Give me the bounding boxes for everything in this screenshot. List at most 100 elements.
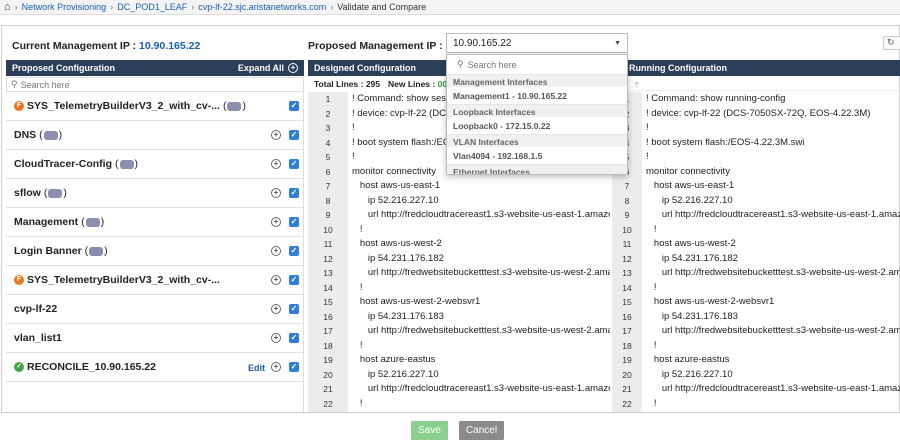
line-number: 1 bbox=[308, 92, 348, 107]
plus-circle-icon[interactable]: + bbox=[271, 188, 281, 198]
code-line: 6monitor connectivity bbox=[612, 164, 900, 179]
code-line: 20 ip 52.216.227.10 bbox=[308, 367, 610, 382]
code-line: 20 ip 52.216.227.10 bbox=[612, 367, 900, 382]
plus-circle-icon[interactable]: + bbox=[271, 275, 281, 285]
line-number: 16 bbox=[612, 309, 642, 324]
line-number: 3 bbox=[308, 121, 348, 136]
code-line: 16 ip 54.231.176.183 bbox=[612, 309, 900, 324]
device-icon bbox=[48, 188, 63, 198]
save-button[interactable]: Save bbox=[411, 421, 448, 440]
checkbox[interactable]: ✓ bbox=[289, 130, 299, 140]
mgmt-ip-dropdown: ⚲ Search here Management Interfaces Manag… bbox=[446, 54, 628, 175]
cancel-button[interactable]: Cancel bbox=[459, 421, 504, 440]
code-line: 19 host azure-eastus bbox=[612, 353, 900, 368]
plus-circle-icon[interactable]: + bbox=[271, 217, 281, 227]
configlet-name: cvp-lf-22 bbox=[14, 303, 58, 315]
code-line: 19 host azure-eastus bbox=[308, 353, 610, 368]
checkbox[interactable]: ✓ bbox=[289, 159, 299, 169]
checkbox[interactable]: ✓ bbox=[289, 217, 299, 227]
line-number: 12 bbox=[308, 251, 348, 266]
list-item[interactable]: vlan_list1 + ✓ bbox=[6, 324, 303, 353]
code-text: ip 54.231.176.183 bbox=[352, 310, 444, 322]
validate-compare-page: ⌂ › Network Provisioning › DC_POD1_LEAF … bbox=[0, 0, 900, 440]
running-config-pane[interactable]: 1! Command: show running-config2! device… bbox=[612, 92, 900, 412]
plus-circle-icon[interactable]: + bbox=[271, 362, 281, 372]
proposed-mgmt-ip-label: Proposed Management IP : bbox=[308, 40, 443, 52]
list-item[interactable]: DNS() + ✓ bbox=[6, 121, 303, 150]
plus-circle-icon[interactable]: + bbox=[271, 159, 281, 169]
plus-circle-icon[interactable]: + bbox=[271, 333, 281, 343]
device-chip: () bbox=[81, 216, 105, 228]
device-icon bbox=[227, 101, 242, 111]
proposed-mgmt-ip-select[interactable]: 10.90.165.22 ▼ bbox=[446, 33, 628, 53]
dropdown-group-label: Management Interfaces bbox=[447, 74, 627, 87]
line-number: 19 bbox=[612, 353, 642, 368]
line-number: 14 bbox=[612, 280, 642, 295]
code-text: ! bbox=[646, 339, 657, 351]
arrow-up-icon[interactable]: 🡡 bbox=[634, 79, 640, 93]
search-icon: ⚲ bbox=[457, 59, 464, 69]
plus-circle-icon[interactable]: + bbox=[271, 130, 281, 140]
code-line: 11 host aws-us-west-2 bbox=[308, 237, 610, 252]
list-item[interactable]: Management() + ✓ bbox=[6, 208, 303, 237]
code-text: ip 54.231.176.182 bbox=[646, 252, 738, 264]
code-line: 5! bbox=[612, 150, 900, 165]
line-number: 21 bbox=[308, 382, 348, 397]
line-number: 4 bbox=[308, 135, 348, 150]
list-item[interactable]: ✓ RECONCILE_10.90.165.22 Edit + ✓ bbox=[6, 353, 303, 382]
line-number: 14 bbox=[308, 280, 348, 295]
breadcrumb-device[interactable]: cvp-lf-22.sjc.aristanetworks.com bbox=[198, 2, 326, 12]
checkbox[interactable]: ✓ bbox=[289, 275, 299, 285]
code-line: 15 host aws-us-west-2-websvr1 bbox=[308, 295, 610, 310]
checkbox[interactable]: ✓ bbox=[289, 188, 299, 198]
breadcrumb-separator: › bbox=[14, 2, 18, 12]
code-line: 8 ip 52.216.227.10 bbox=[308, 193, 610, 208]
home-icon[interactable]: ⌂ bbox=[4, 1, 11, 13]
proposed-config-search[interactable]: ⚲ Search here bbox=[6, 77, 304, 92]
dropdown-option[interactable]: Loopback0 - 172.15.0.22 bbox=[447, 117, 627, 134]
device-icon bbox=[89, 246, 104, 256]
plus-circle-icon[interactable]: + bbox=[271, 304, 281, 314]
breadcrumb-network-provisioning[interactable]: Network Provisioning bbox=[22, 2, 107, 12]
line-number: 10 bbox=[308, 222, 348, 237]
dropdown-group-label: Loopback Interfaces bbox=[447, 104, 627, 117]
code-line: 17 url http://fredwebsitebucketttest.s3-… bbox=[308, 324, 610, 339]
list-item[interactable]: sflow() + ✓ bbox=[6, 179, 303, 208]
breadcrumb: ⌂ › Network Provisioning › DC_POD1_LEAF … bbox=[0, 0, 900, 15]
list-item[interactable]: F SYS_TelemetryBuilderV3_2_with_cv-...() ✓ bbox=[6, 92, 303, 121]
checkbox[interactable]: ✓ bbox=[289, 101, 299, 111]
dropdown-search[interactable]: ⚲ Search here bbox=[451, 57, 623, 72]
line-number: 11 bbox=[308, 237, 348, 252]
checkbox[interactable]: ✓ bbox=[289, 333, 299, 343]
code-text: ! bbox=[646, 397, 657, 409]
code-line: 14 ! bbox=[308, 280, 610, 295]
device-icon bbox=[43, 130, 58, 140]
plus-circle-icon[interactable]: + bbox=[271, 246, 281, 256]
code-text: ip 52.216.227.10 bbox=[646, 194, 733, 206]
dropdown-option[interactable]: Vlan4094 - 192.168.1.5 bbox=[447, 147, 627, 164]
breadcrumb-separator: › bbox=[110, 2, 114, 12]
line-number: 22 bbox=[612, 396, 642, 411]
code-line: 23 host azure-seasia bbox=[612, 411, 900, 412]
line-number: 6 bbox=[308, 164, 348, 179]
code-line: 1! Command: show running-config bbox=[612, 92, 900, 107]
code-text: host aws-us-east-1 bbox=[646, 180, 735, 191]
list-item[interactable]: Login Banner() + ✓ bbox=[6, 237, 303, 266]
list-item[interactable]: F SYS_TelemetryBuilderV3_2_with_cv-... + ✓ bbox=[6, 266, 303, 295]
code-line: 16 ip 54.231.176.183 bbox=[308, 309, 610, 324]
checkbox[interactable]: ✓ bbox=[289, 304, 299, 314]
code-line: 3! bbox=[612, 121, 900, 136]
breadcrumb-container[interactable]: DC_POD1_LEAF bbox=[117, 2, 187, 12]
edit-link[interactable]: Edit bbox=[248, 363, 265, 373]
checkbox[interactable]: ✓ bbox=[289, 362, 299, 372]
list-item[interactable]: cvp-lf-22 + ✓ bbox=[6, 295, 303, 324]
refresh-icon[interactable]: ↻ bbox=[883, 36, 900, 50]
checkbox[interactable]: ✓ bbox=[289, 246, 299, 256]
list-item[interactable]: CloudTracer-Config() + ✓ bbox=[6, 150, 303, 179]
dropdown-group-label: Ethernet Interfaces bbox=[447, 164, 627, 174]
configlet-name: SYS_TelemetryBuilderV3_2_with_cv-... bbox=[27, 100, 220, 112]
new-lines: New Lines : 00 bbox=[388, 79, 446, 89]
dropdown-option[interactable]: Management1 - 10.90.165.22 bbox=[447, 87, 627, 104]
line-number: 8 bbox=[308, 193, 348, 208]
expand-all-button[interactable]: Expand All + bbox=[238, 63, 298, 73]
